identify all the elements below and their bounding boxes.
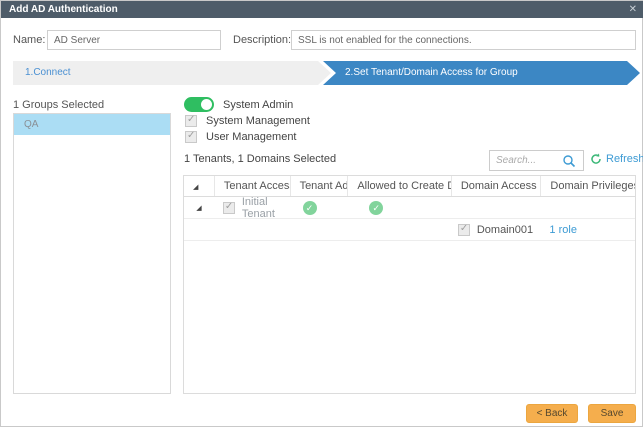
toggle-knob <box>201 99 212 110</box>
tenant-domain-grid: ◢ Tenant Access Tenant Admin... Allowed … <box>183 175 636 394</box>
search-icon[interactable] <box>562 154 576 168</box>
name-field[interactable] <box>47 30 221 50</box>
system-admin-row: System Admin <box>184 97 293 112</box>
close-icon[interactable]: ✕ <box>629 1 637 18</box>
back-button[interactable]: < Back <box>526 404 578 423</box>
system-admin-label: System Admin <box>223 99 293 111</box>
allowed-create-domain-granted-icon: ✓ <box>369 201 383 215</box>
groups-listbox: QA <box>13 113 171 394</box>
tenant-name: Initial Tenant <box>242 196 290 220</box>
tenant-row: ◢ Initial Tenant ✓ ✓ <box>184 197 635 219</box>
tenant-admin-granted-icon: ✓ <box>303 201 317 215</box>
col-tenant-access: Tenant Access <box>214 176 290 196</box>
description-label: Description: <box>233 30 291 50</box>
system-management-checkbox[interactable] <box>185 115 197 127</box>
user-management-row: User Management <box>185 130 297 143</box>
col-domain-access: Domain Access <box>451 176 541 196</box>
row-collapse-icon[interactable]: ◢ <box>196 204 201 212</box>
dialog-titlebar: Add AD Authentication ✕ <box>1 1 643 18</box>
step-tenant-domain-access[interactable]: 2.Set Tenant/Domain Access for Group <box>323 61 640 85</box>
tenants-summary: 1 Tenants, 1 Domains Selected <box>184 153 336 165</box>
role-link[interactable]: 1 role <box>549 224 577 236</box>
step-tenant-domain-access-label: 2.Set Tenant/Domain Access for Group <box>345 67 518 78</box>
col-allowed-create-domain: Allowed to Create Domain ... <box>347 176 451 196</box>
collapse-all-icon[interactable]: ◢ <box>184 176 214 196</box>
col-domain-privileges: Domain Privileges <box>540 176 635 196</box>
initial-tenant-checkbox[interactable] <box>223 202 235 214</box>
domain-name: Domain001 <box>477 224 533 236</box>
group-name: QA <box>24 119 38 130</box>
name-label: Name: <box>13 30 45 50</box>
search-input[interactable] <box>490 152 562 169</box>
dialog-title: Add AD Authentication <box>9 4 118 15</box>
save-button[interactable]: Save <box>588 404 636 423</box>
description-field[interactable] <box>291 30 636 50</box>
refresh-icon <box>590 153 602 165</box>
refresh-button[interactable]: Refresh <box>590 153 643 165</box>
group-list-item[interactable]: QA <box>14 114 170 135</box>
col-tenant-admin: Tenant Admin... <box>290 176 348 196</box>
step-connect-label: 1.Connect <box>25 67 71 78</box>
search-box <box>489 150 584 171</box>
domain001-checkbox[interactable] <box>458 224 470 236</box>
domain-row: Domain001 1 role <box>184 219 635 241</box>
refresh-label: Refresh <box>606 153 643 165</box>
system-management-row: System Management <box>185 114 310 127</box>
grid-header: ◢ Tenant Access Tenant Admin... Allowed … <box>184 176 635 197</box>
user-management-checkbox[interactable] <box>185 131 197 143</box>
system-management-label: System Management <box>206 115 310 127</box>
user-management-label: User Management <box>206 131 297 143</box>
system-admin-toggle[interactable] <box>184 97 214 112</box>
step-connect[interactable]: 1.Connect <box>13 61 331 85</box>
groups-selected-header: 1 Groups Selected <box>13 99 104 111</box>
